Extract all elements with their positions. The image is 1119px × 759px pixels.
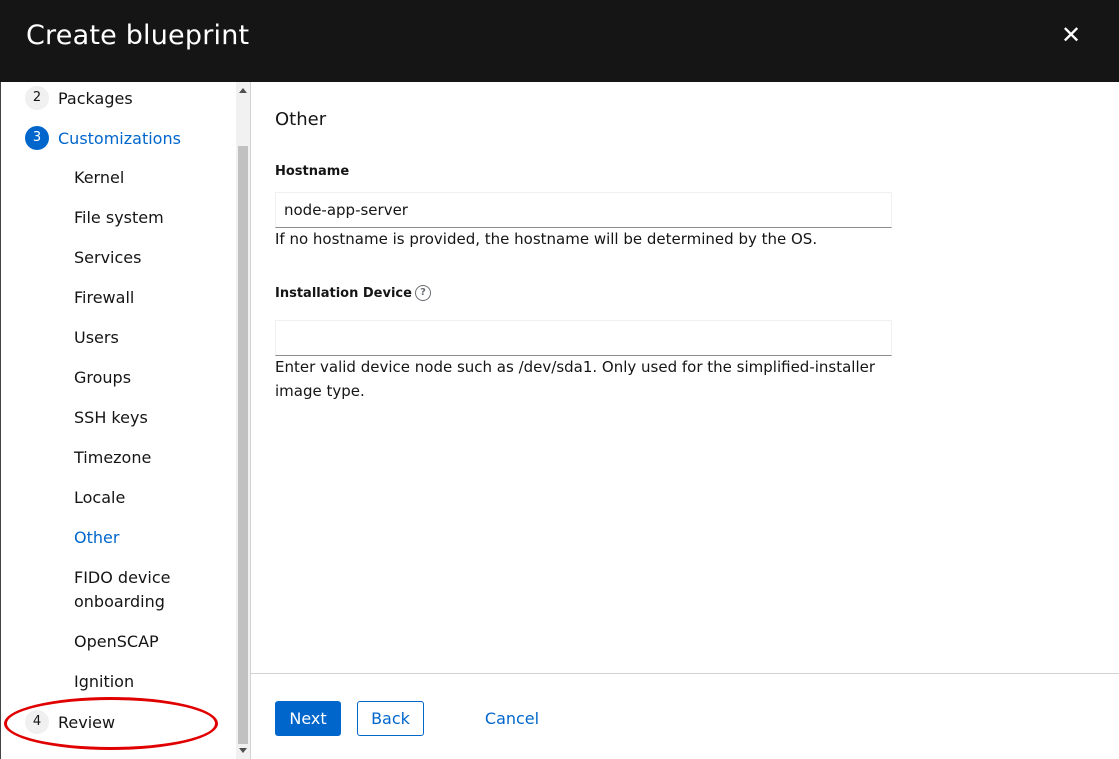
nav-substep-timezone[interactable]: Timezone: [74, 446, 214, 470]
wizard-body: Other Hostname If no hostname is provide…: [251, 82, 1119, 673]
nav-substep-file-system[interactable]: File system: [74, 206, 214, 230]
nav-substep-users[interactable]: Users: [74, 326, 214, 350]
modal-header: Create blueprint ✕: [0, 0, 1119, 82]
cancel-button[interactable]: Cancel: [477, 701, 547, 736]
nav-scrollbar[interactable]: [236, 82, 250, 759]
modal-title: Create blueprint: [26, 20, 250, 51]
nav-substep-ssh-keys[interactable]: SSH keys: [74, 406, 214, 430]
next-button[interactable]: Next: [275, 701, 341, 736]
nav-substep-firewall[interactable]: Firewall: [74, 286, 214, 310]
scrollbar-thumb[interactable]: [238, 146, 248, 744]
hostname-label: Hostname: [275, 164, 350, 179]
section-title: Other: [275, 109, 327, 130]
step-label: Packages: [58, 88, 133, 108]
wizard-nav: 2 Packages 3 Customizations Kernel File …: [0, 82, 251, 759]
wizard-footer: Next Back Cancel: [251, 673, 1119, 759]
scroll-down-arrow-icon[interactable]: [239, 748, 247, 753]
nav-substep-groups[interactable]: Groups: [74, 366, 214, 390]
step-number: 3: [25, 126, 49, 150]
installation-device-helper-text: Enter valid device node such as /dev/sda…: [275, 358, 876, 400]
nav-step-customizations[interactable]: 3 Customizations: [25, 126, 181, 150]
nav-substep-openscap[interactable]: OpenSCAP: [74, 630, 214, 654]
hostname-helper-text: If no hostname is provided, the hostname…: [275, 230, 818, 248]
nav-substep-kernel[interactable]: Kernel: [74, 166, 214, 190]
step-label: Customizations: [58, 128, 181, 148]
hostname-input[interactable]: [275, 192, 892, 228]
nav-substep-locale[interactable]: Locale: [74, 486, 214, 510]
step-number: 2: [25, 86, 49, 110]
nav-substep-ignition[interactable]: Ignition: [74, 670, 214, 694]
installation-device-label: Installation Device: [275, 286, 412, 301]
question-circle-icon[interactable]: ?: [415, 285, 431, 301]
scroll-up-arrow-icon[interactable]: [239, 88, 247, 93]
close-icon[interactable]: ✕: [1056, 22, 1086, 52]
nav-substep-other[interactable]: Other: [74, 526, 214, 550]
nav-step-packages[interactable]: 2 Packages: [25, 86, 133, 110]
back-button[interactable]: Back: [357, 701, 424, 736]
installation-device-input[interactable]: [275, 320, 892, 356]
nav-substep-services[interactable]: Services: [74, 246, 214, 270]
nav-substep-fido[interactable]: FIDO device onboarding: [74, 566, 184, 614]
review-highlight-annotation: [4, 697, 218, 750]
